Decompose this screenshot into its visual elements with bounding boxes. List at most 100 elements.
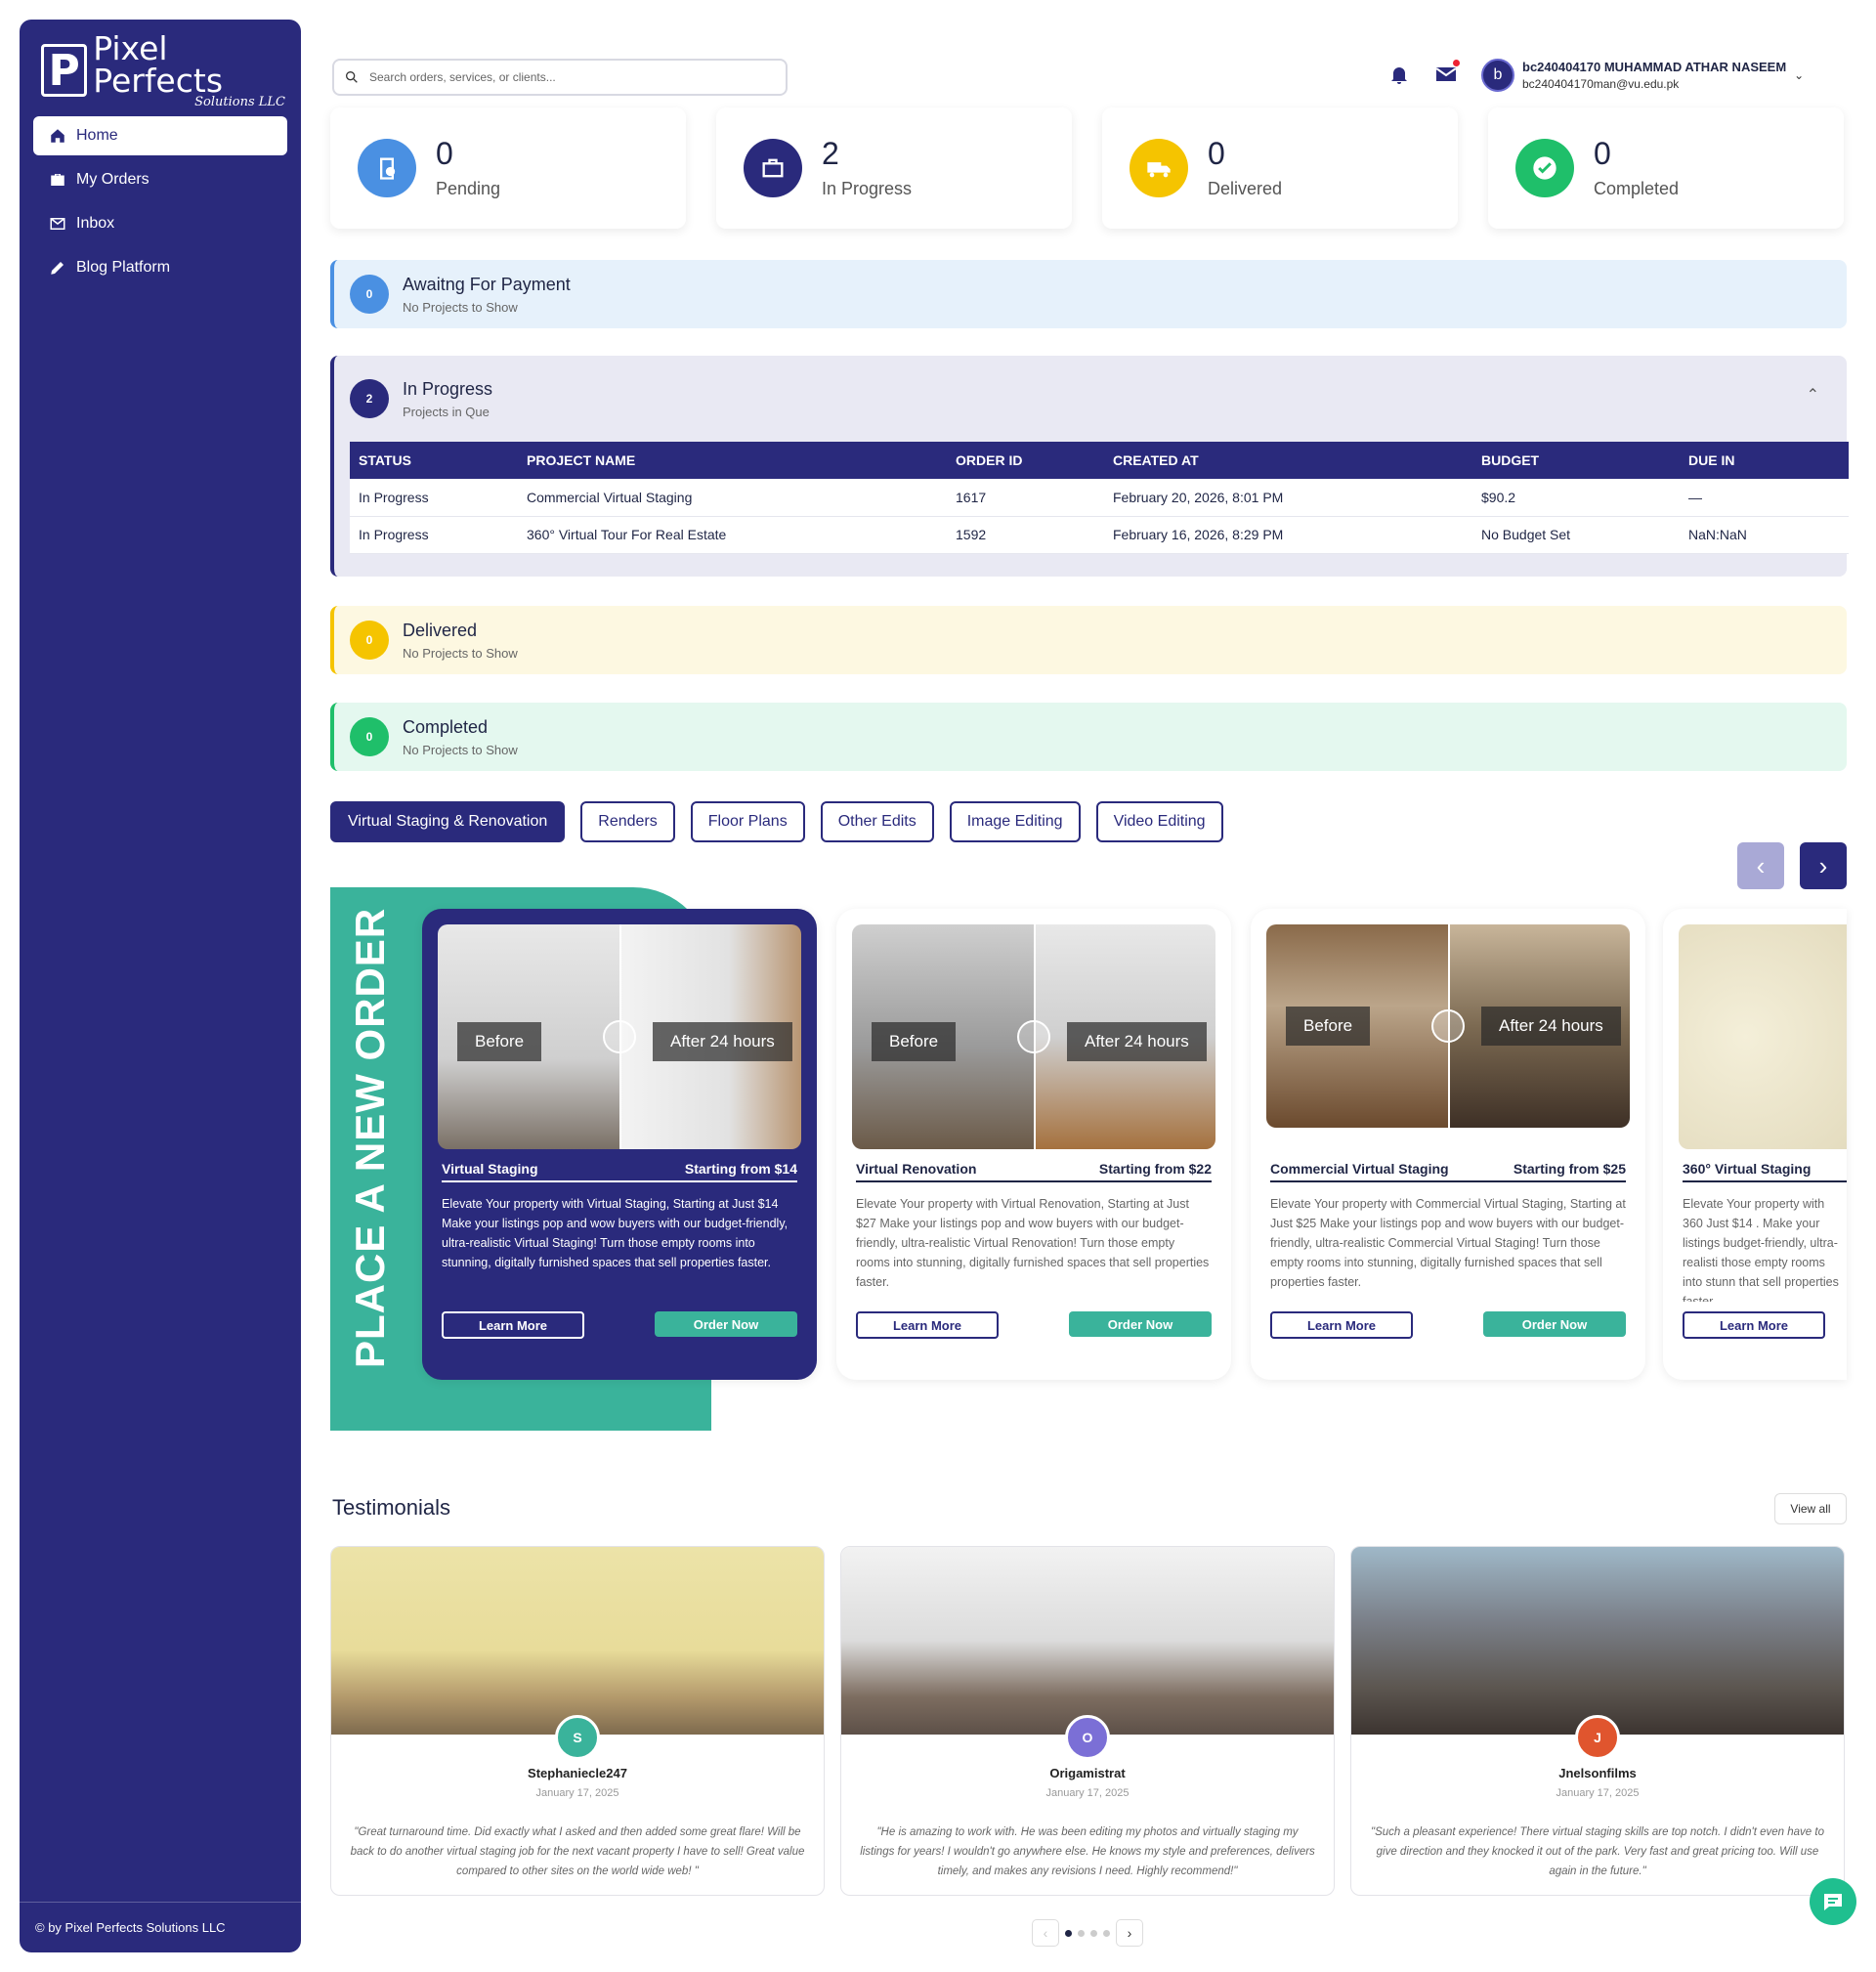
cell-order-id: 1617 xyxy=(947,479,1104,517)
learn-more-button[interactable]: Learn More xyxy=(442,1311,584,1339)
stat-card-completed: 0 Completed xyxy=(1488,107,1844,229)
check-circle-icon xyxy=(1515,139,1574,197)
view-all-button[interactable]: View all xyxy=(1774,1493,1847,1524)
stat-label: Delivered xyxy=(1208,178,1283,198)
service-title: 360° Virtual Staging xyxy=(1683,1161,1812,1177)
truck-icon xyxy=(1130,139,1188,197)
cell-due-in: NaN:NaN xyxy=(1680,516,1849,554)
testimonial-date: January 17, 2025 xyxy=(535,1787,619,1799)
bell-icon[interactable] xyxy=(1387,63,1411,86)
user-name: bc240404170 MUHAMMAD ATHAR NASEEM xyxy=(1522,60,1787,74)
brand-name: Pixel Perfects xyxy=(93,28,224,100)
pager-dot[interactable] xyxy=(1065,1929,1072,1937)
order-now-button[interactable]: Order Now xyxy=(1483,1311,1626,1337)
column-header: ORDER ID xyxy=(947,442,1104,479)
count-badge: 0 xyxy=(350,275,389,314)
table-row[interactable]: In Progress 360° Virtual Tour For Real E… xyxy=(350,516,1849,554)
cell-status: In Progress xyxy=(350,516,518,554)
cell-created-at: February 20, 2026, 8:01 PM xyxy=(1104,479,1472,517)
slider-handle[interactable] xyxy=(1431,1009,1465,1043)
service-title: Virtual Staging xyxy=(442,1161,538,1177)
stat-card-in-progress: 2 In Progress xyxy=(716,107,1072,229)
testimonial-image xyxy=(1351,1547,1844,1735)
sidebar: P Pixel Perfects Solutions LLC Home My O… xyxy=(20,20,301,1952)
user-menu[interactable]: b bc240404170 MUHAMMAD ATHAR NASEEM bc24… xyxy=(1481,59,1804,92)
tab-renders[interactable]: Renders xyxy=(580,801,675,842)
testimonial-image xyxy=(841,1547,1334,1735)
before-after-image[interactable]: Before After 24 hours xyxy=(438,924,801,1149)
panel-awaiting-payment[interactable]: 0 Awaitng For Payment No Projects to Show xyxy=(330,260,1847,328)
tab-virtual-staging-renovation[interactable]: Virtual Staging & Renovation xyxy=(330,801,566,842)
cell-created-at: February 16, 2026, 8:29 PM xyxy=(1104,516,1472,554)
panel-subtitle: No Projects to Show xyxy=(403,299,518,315)
service-price: Starting from $22 xyxy=(1098,1161,1212,1177)
column-header: CREATED AT xyxy=(1104,442,1472,479)
testimonial-card: S Stephaniecle247 January 17, 2025 "Grea… xyxy=(330,1546,825,1896)
panel-completed[interactable]: 0 Completed No Projects to Show xyxy=(330,703,1847,771)
pager-next-button[interactable]: › xyxy=(1116,1919,1143,1947)
sidebar-item-home[interactable]: Home xyxy=(33,116,287,155)
pager-dot[interactable] xyxy=(1090,1929,1097,1937)
service-card-commercial-virtual-staging: Before After 24 hours Commercial Virtual… xyxy=(1251,909,1645,1380)
count-badge: 0 xyxy=(350,621,389,660)
service-card-360-virtual-staging: 360° Virtual Staging Elevate Your proper… xyxy=(1663,909,1847,1380)
sidebar-item-label: Blog Platform xyxy=(76,259,171,276)
stat-label: Pending xyxy=(436,178,501,198)
panel-in-progress: 2 In Progress Projects in Que ⌃ STATUS PR… xyxy=(330,356,1849,577)
order-now-button[interactable]: Order Now xyxy=(1069,1311,1212,1337)
pager-dot[interactable] xyxy=(1103,1929,1110,1937)
panorama-image[interactable] xyxy=(1679,924,1847,1149)
slider-handle[interactable] xyxy=(1017,1020,1050,1053)
mail-icon[interactable] xyxy=(1434,60,1460,86)
column-header: PROJECT NAME xyxy=(518,442,947,479)
slider-handle[interactable] xyxy=(603,1020,636,1053)
service-title: Commercial Virtual Staging xyxy=(1270,1161,1449,1177)
before-after-image[interactable]: Before After 24 hours xyxy=(1266,924,1630,1128)
pager-dot[interactable] xyxy=(1078,1929,1085,1937)
order-now-button[interactable]: Order Now xyxy=(655,1311,797,1337)
tab-image-editing[interactable]: Image Editing xyxy=(949,801,1081,842)
sidebar-item-inbox[interactable]: Inbox xyxy=(33,204,287,243)
stat-value: 2 xyxy=(822,135,839,171)
service-title: Virtual Renovation xyxy=(856,1161,977,1177)
service-description: Elevate Your property with Virtual Stagi… xyxy=(442,1197,789,1269)
top-icons xyxy=(1387,60,1460,86)
place-order-label: PLACE A NEW ORDER xyxy=(347,907,393,1368)
before-after-image[interactable]: Before After 24 hours xyxy=(852,924,1215,1149)
count-badge: 2 xyxy=(350,379,389,418)
avatar: b xyxy=(1481,59,1514,92)
table-row[interactable]: In Progress Commercial Virtual Staging 1… xyxy=(350,479,1849,517)
cell-project-name: 360° Virtual Tour For Real Estate xyxy=(518,516,947,554)
briefcase-icon xyxy=(51,174,64,186)
chat-button[interactable] xyxy=(1810,1878,1856,1925)
testimonial-card: J Jnelsonfilms January 17, 2025 "Such a … xyxy=(1350,1546,1845,1896)
learn-more-button[interactable]: Learn More xyxy=(856,1311,999,1339)
chevron-up-icon[interactable]: ⌃ xyxy=(1807,385,1819,405)
testimonial-date: January 17, 2025 xyxy=(1556,1787,1640,1799)
brand-logo[interactable]: P Pixel Perfects Solutions LLC xyxy=(41,32,285,109)
tab-video-editing[interactable]: Video Editing xyxy=(1095,801,1223,842)
briefcase-icon xyxy=(744,139,802,197)
search-icon xyxy=(346,71,358,83)
service-description: Elevate Your property with Commercial Vi… xyxy=(1270,1197,1626,1289)
testimonial-card: O Origamistrat January 17, 2025 "He is a… xyxy=(840,1546,1335,1896)
testimonial-quote: "Great turnaround time. Did exactly what… xyxy=(350,1826,805,1877)
tab-floor-plans[interactable]: Floor Plans xyxy=(690,801,805,842)
cell-due-in: — xyxy=(1680,479,1849,517)
tab-other-edits[interactable]: Other Edits xyxy=(820,801,934,842)
stat-value: 0 xyxy=(436,135,453,171)
sidebar-item-my-orders[interactable]: My Orders xyxy=(33,160,287,199)
service-price: Starting from $14 xyxy=(684,1161,797,1177)
service-description: Elevate Your property with Virtual Renov… xyxy=(856,1197,1210,1289)
search-input[interactable]: Search orders, services, or clients... xyxy=(332,59,788,96)
testimonial-name: Origamistrat xyxy=(1049,1766,1126,1780)
learn-more-button[interactable]: Learn More xyxy=(1683,1311,1825,1339)
panel-delivered[interactable]: 0 Delivered No Projects to Show xyxy=(330,606,1847,674)
avatar: J xyxy=(1575,1715,1620,1760)
carousel-next-button[interactable]: › xyxy=(1800,842,1847,889)
pager-prev-button[interactable]: ‹ xyxy=(1032,1919,1059,1947)
learn-more-button[interactable]: Learn More xyxy=(1270,1311,1413,1339)
carousel-prev-button[interactable]: ‹ xyxy=(1737,842,1784,889)
sidebar-item-blog-platform[interactable]: Blog Platform xyxy=(33,248,287,287)
service-tabs: Virtual Staging & Renovation Renders Flo… xyxy=(330,801,1223,842)
